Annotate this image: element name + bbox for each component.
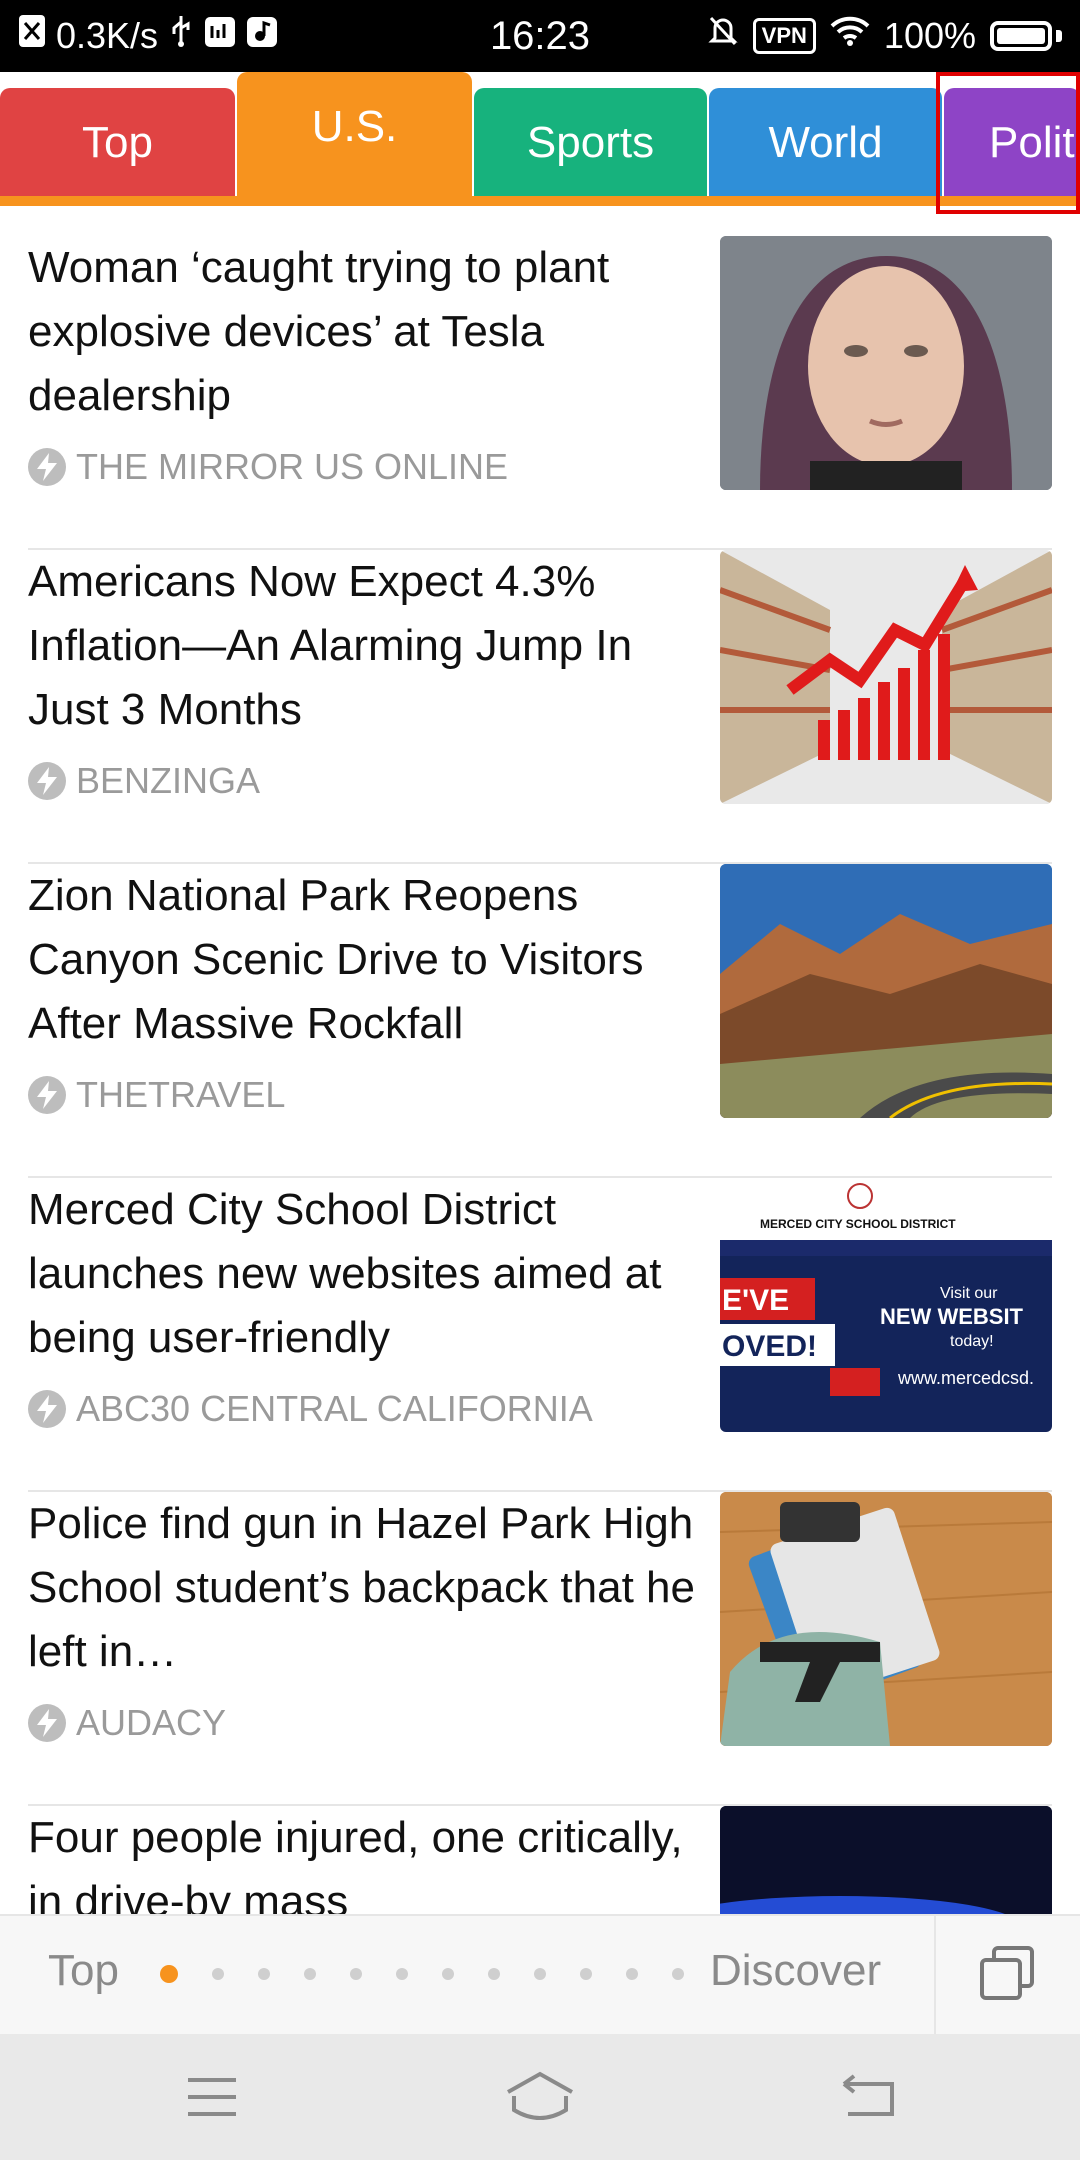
article-headline: Merced City School District launches new… [28,1185,662,1362]
page-dot [350,1968,362,1980]
article-headline: Woman ‘caught trying to plant explosive … [28,243,610,420]
article-item[interactable]: Zion National Park Reopens Canyon Scenic… [28,864,1052,1178]
tab-politics-label: Polit [989,118,1075,167]
article-item[interactable]: Woman ‘caught trying to plant explosive … [28,236,1052,550]
page-dot [534,1968,546,1980]
page-indicator [160,1965,684,1983]
pager-top-label[interactable]: Top [48,1946,119,1996]
lightning-icon [28,1076,66,1114]
mute-bell-icon [707,14,739,57]
tab-politics[interactable]: Polit [944,88,1080,198]
page-dot [580,1968,592,1980]
lightning-icon [28,448,66,486]
thumb-new-website: NEW WEBSIT [880,1304,1024,1329]
article-headline: Police find gun in Hazel Park High Schoo… [28,1499,695,1676]
article-source-label: THE MIRROR US ONLINE [76,446,509,487]
menu-icon[interactable] [186,2076,238,2123]
page-dot [442,1968,454,1980]
tab-world[interactable]: World [709,88,942,198]
windows-icon[interactable] [978,1944,1036,2007]
page-dot [396,1968,408,1980]
article-source-label: BENZINGA [76,760,261,801]
article-thumbnail [720,864,1052,1118]
thumb-moved: OVED! [722,1330,817,1363]
article-headline: Zion National Park Reopens Canyon Scenic… [28,871,644,1048]
battery-icon [990,20,1052,51]
thumb-visit-our: Visit our [940,1285,998,1302]
article-thumbnail: MERCED CITY SCHOOL DISTRICT E'VE OVED! V… [720,1178,1052,1432]
home-icon[interactable] [504,2070,576,2127]
lightning-icon [28,1390,66,1428]
lightning-icon [28,1704,66,1742]
lightning-icon [28,762,66,800]
article-thumbnail [720,550,1052,804]
page-dot [160,1965,178,1983]
back-icon[interactable] [840,2074,896,2123]
page-dot [672,1968,684,1980]
status-right: VPN 100% [707,14,1062,57]
thumb-url: www.mercedcsd. [897,1368,1034,1388]
page-dot [304,1968,316,1980]
article-source-label: ABC30 CENTRAL CALIFORNIA [76,1388,593,1429]
tab-top[interactable]: Top [0,88,235,198]
article-source: THETRAVEL [28,1074,285,1116]
article-thumbnail [720,1492,1052,1746]
article-source: AUDACY [28,1702,226,1744]
pager-discover-label[interactable]: Discover [710,1946,881,1996]
article-item[interactable]: Police find gun in Hazel Park High Schoo… [28,1492,1052,1806]
tab-sports[interactable]: Sports [474,88,707,198]
thumb-today: today! [950,1333,994,1350]
battery-percent: 100% [883,14,976,56]
pager-divider [934,1916,936,2036]
tab-us-label: U.S. [311,102,398,151]
system-nav-bar [0,2034,1080,2160]
tab-sports-label: Sports [526,118,655,167]
article-item[interactable]: Americans Now Expect 4.3% Inflation—An A… [28,550,1052,864]
tab-world-label: World [768,118,883,167]
article-source: ABC30 CENTRAL CALIFORNIA [28,1388,593,1430]
page-dot [258,1968,270,1980]
tab-us[interactable]: U.S. [237,72,472,198]
vpn-badge: VPN [752,17,816,54]
thumb-merced-title: MERCED CITY SCHOOL DISTRICT [760,1217,956,1231]
page-dot [488,1968,500,1980]
battery-tip [1056,29,1062,42]
page-dot [626,1968,638,1980]
article-thumbnail [720,236,1052,490]
article-source-label: THETRAVEL [76,1074,286,1115]
article-source: THE MIRROR US ONLINE [28,446,508,488]
status-bar: 0.3K/s 16:23 VPN 100% [0,0,1080,72]
article-headline: Americans Now Expect 4.3% Inflation—An A… [28,557,633,734]
thumb-weve: E'VE [722,1284,789,1317]
article-source-label: AUDACY [76,1702,227,1743]
tabs-underline [0,196,1080,206]
bottom-pager: Top Discover [0,1914,1080,2036]
tab-top-label: Top [82,118,153,167]
article-source: BENZINGA [28,760,260,802]
wifi-icon [830,15,870,57]
page-dot [212,1968,224,1980]
article-item[interactable]: Merced City School District launches new… [28,1178,1052,1492]
